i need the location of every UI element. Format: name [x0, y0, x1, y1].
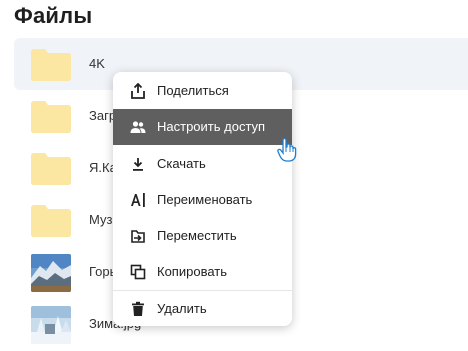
hand-cursor-icon — [277, 138, 297, 162]
folder-icon — [31, 205, 71, 237]
folder-icon — [31, 101, 71, 133]
context-menu: Поделиться Настроить доступ Скачать Пере… — [113, 72, 292, 326]
menu-item-label: Поделиться — [157, 83, 229, 98]
file-name: 4K — [89, 56, 105, 71]
mountain-photo-thumbnail — [31, 254, 71, 292]
page-title: Файлы — [14, 3, 93, 28]
menu-item-rename[interactable]: Переименовать — [113, 182, 292, 218]
menu-item-label: Удалить — [157, 301, 207, 316]
download-icon — [133, 158, 143, 171]
menu-item-label: Переименовать — [157, 192, 253, 207]
folder-icon — [31, 49, 71, 81]
share-icon — [131, 83, 145, 99]
rename-icon — [131, 193, 145, 207]
copy-icon — [130, 264, 146, 280]
menu-item-label: Скачать — [157, 156, 206, 171]
menu-item-access[interactable]: Настроить доступ — [113, 109, 292, 145]
menu-item-delete[interactable]: Удалить — [113, 291, 292, 326]
menu-item-label: Переместить — [157, 228, 237, 243]
people-icon — [130, 121, 146, 133]
menu-item-label: Копировать — [157, 264, 227, 279]
menu-item-download[interactable]: Скачать — [113, 146, 292, 182]
menu-item-label: Настроить доступ — [157, 119, 266, 134]
trash-icon — [132, 301, 144, 316]
menu-item-copy[interactable]: Копировать — [113, 254, 292, 290]
move-icon — [131, 230, 145, 243]
menu-item-share[interactable]: Поделиться — [113, 73, 292, 109]
folder-icon — [31, 153, 71, 185]
menu-item-move[interactable]: Переместить — [113, 218, 292, 254]
winter-photo-thumbnail — [31, 306, 71, 344]
